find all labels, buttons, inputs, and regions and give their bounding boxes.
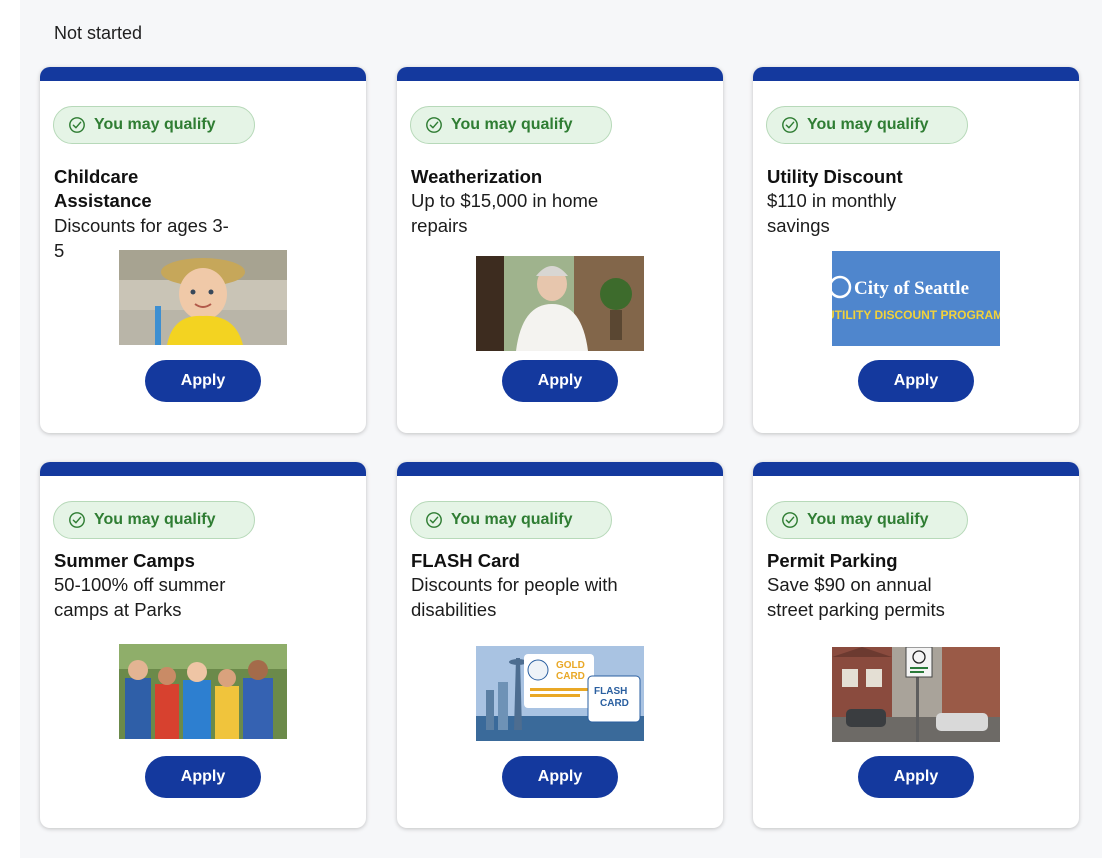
card-title: Summer Camps: [54, 550, 195, 571]
apply-button[interactable]: Apply: [858, 756, 974, 798]
card-header-bar: [753, 67, 1079, 81]
card-description: Discounts for people with disabilities: [411, 574, 618, 620]
svg-text:CARD: CARD: [556, 671, 585, 682]
card-image: City of Seattle UTILITY DISCOUNT PROGRAM: [832, 251, 1000, 346]
card-image: [119, 250, 287, 345]
card-title: FLASH Card: [411, 550, 520, 571]
program-card-utility-discount: You may qualify Utility Discount $110 in…: [753, 67, 1079, 433]
check-circle-icon: [782, 117, 798, 133]
qualify-badge-label: You may qualify: [451, 511, 573, 528]
qualify-badge: You may qualify: [53, 501, 255, 539]
check-circle-icon: [782, 512, 798, 528]
card-title: Childcare Assistance: [54, 166, 152, 211]
qualify-badge: You may qualify: [766, 106, 968, 144]
section-title: Not started: [54, 23, 143, 43]
card-description: Up to $15,000 in home repairs: [411, 190, 599, 236]
card-title: Weatherization: [411, 166, 543, 187]
svg-text:CARD: CARD: [600, 698, 629, 709]
svg-text:GOLD: GOLD: [556, 660, 585, 671]
seattle-logo-text: City of Seattle: [854, 278, 969, 299]
qualify-badge: You may qualify: [410, 501, 612, 539]
card-header-bar: [753, 462, 1079, 476]
check-circle-icon: [69, 512, 85, 528]
card-title: Utility Discount: [767, 166, 903, 187]
qualify-badge: You may qualify: [410, 106, 612, 144]
card-image: GOLD CARD FLASH CARD: [476, 646, 644, 741]
qualify-badge-label: You may qualify: [94, 116, 216, 133]
check-circle-icon: [69, 117, 85, 133]
card-header-bar: [397, 462, 723, 476]
check-circle-icon: [426, 512, 442, 528]
qualify-badge-label: You may qualify: [807, 116, 929, 133]
apply-button[interactable]: Apply: [858, 360, 974, 402]
qualify-badge: You may qualify: [53, 106, 255, 144]
program-card-permit-parking: You may qualify Permit Parking Save $90 …: [753, 462, 1079, 828]
benefits-panel: Not started You may qualify Childcare As…: [20, 0, 1102, 858]
apply-button[interactable]: Apply: [145, 756, 261, 798]
card-image: [119, 644, 287, 739]
utility-program-text: UTILITY DISCOUNT PROGRAM: [832, 308, 1000, 322]
program-card-flash-card: You may qualify FLASH Card Discounts for…: [397, 462, 723, 828]
card-description: $110 in monthly savings: [767, 190, 897, 236]
apply-button[interactable]: Apply: [502, 756, 618, 798]
card-image: [476, 256, 644, 351]
check-circle-icon: [426, 117, 442, 133]
svg-text:FLASH: FLASH: [594, 686, 627, 697]
program-card-summer-camps: You may qualify Summer Camps 50-100% off…: [40, 462, 366, 828]
card-header-bar: [40, 67, 366, 81]
qualify-badge-label: You may qualify: [807, 511, 929, 528]
card-header-bar: [40, 462, 366, 476]
apply-button[interactable]: Apply: [145, 360, 261, 402]
card-description: 50-100% off summer camps at Parks: [54, 574, 226, 620]
card-description: Save $90 on annual street parking permit…: [767, 574, 945, 620]
card-image: [832, 647, 1000, 742]
qualify-badge-label: You may qualify: [94, 511, 216, 528]
apply-button[interactable]: Apply: [502, 360, 618, 402]
program-card-childcare: You may qualify Childcare Assistance Dis…: [40, 67, 366, 433]
card-header-bar: [397, 67, 723, 81]
qualify-badge: You may qualify: [766, 501, 968, 539]
card-title: Permit Parking: [767, 550, 898, 571]
program-card-weatherization: You may qualify Weatherization Up to $15…: [397, 67, 723, 433]
qualify-badge-label: You may qualify: [451, 116, 573, 133]
